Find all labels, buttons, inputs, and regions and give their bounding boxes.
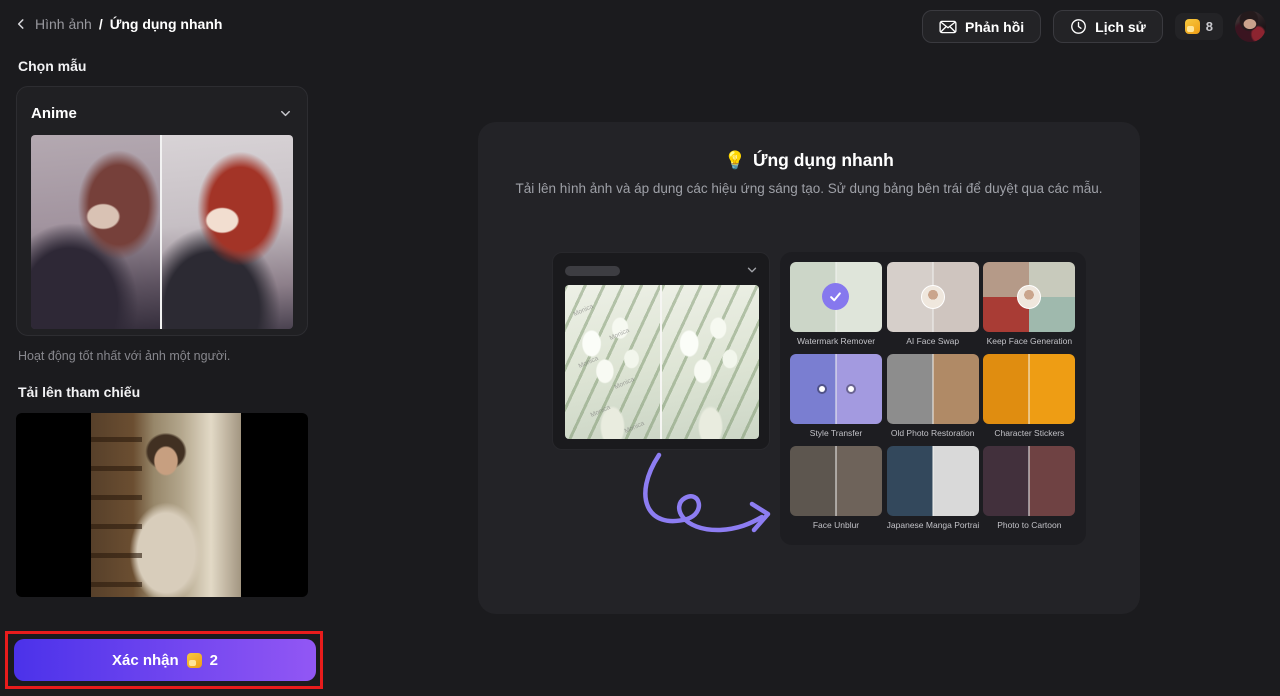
lightbulb-icon: 💡 [724, 150, 746, 171]
effect-label: Old Photo Restoration [887, 428, 979, 438]
effect-item: Watermark Remover [790, 262, 882, 346]
breadcrumb-parent[interactable]: Hình ảnh [35, 16, 92, 32]
template-section-title: Chọn mẫu [18, 58, 86, 74]
demo-before-after-image: MonicaMonicaMonicaMonicaMonicaMonica [565, 285, 759, 439]
breadcrumb-current: Ứng dụng nhanh [110, 16, 223, 32]
history-label: Lịch sử [1095, 19, 1146, 35]
effect-thumbnail [887, 354, 979, 424]
effect-label: Watermark Remover [790, 336, 882, 346]
effect-label: Keep Face Generation [983, 336, 1075, 346]
effect-item: Old Photo Restoration [887, 354, 979, 438]
chevron-down-icon [278, 106, 293, 121]
effect-thumbnail [790, 446, 882, 516]
effect-thumbnail [790, 262, 882, 332]
credits-count: 8 [1206, 19, 1213, 34]
effect-thumbnail [983, 354, 1075, 424]
page-subtitle: Tải lên hình ảnh và áp dụng các hiệu ứng… [478, 181, 1140, 196]
face-circle-icon [921, 285, 945, 309]
confirm-button[interactable]: Xác nhận 2 [14, 639, 316, 681]
effect-item: Style Transfer [790, 354, 882, 438]
transfer-dots-icon [790, 354, 882, 424]
confirm-label: Xác nhận [112, 652, 179, 669]
effect-item: Character Stickers [983, 354, 1075, 438]
clock-icon [1070, 18, 1087, 35]
breadcrumb-separator: / [99, 16, 103, 32]
selected-check-icon [822, 283, 849, 310]
user-avatar[interactable] [1235, 11, 1266, 42]
watermark-text: Monica [608, 327, 630, 342]
watermark-text: Monica [578, 355, 600, 370]
app-root: Hình ảnh / Ứng dụng nhanh Phản hồi Lịch … [0, 0, 1280, 696]
feedback-label: Phản hồi [965, 19, 1024, 35]
credits-badge[interactable]: 8 [1175, 13, 1223, 40]
confirm-cost: 2 [210, 652, 218, 669]
effect-item: Photo to Cartoon [983, 446, 1075, 530]
template-preview-image [31, 135, 293, 329]
skeleton-text [565, 266, 620, 276]
demo-clean-half [662, 285, 759, 439]
effect-item: Japanese Manga Portrait [887, 446, 979, 530]
effect-label: AI Face Swap [887, 336, 979, 346]
effect-thumbnail [983, 446, 1075, 516]
quick-apply-panel: 💡 Ứng dụng nhanh Tải lên hình ảnh và áp … [478, 122, 1140, 614]
demo-watermarked-half: MonicaMonicaMonicaMonicaMonicaMonica [565, 285, 662, 439]
chevron-down-icon [745, 263, 759, 277]
reference-upload[interactable] [16, 413, 308, 597]
reference-section-title: Tải lên tham chiếu [18, 384, 140, 400]
watermark-text: Monica [589, 404, 611, 419]
effect-thumbnail [887, 262, 979, 332]
effect-thumbnail [983, 262, 1075, 332]
watermark-text: Monica [614, 376, 636, 391]
breadcrumb: Hình ảnh / Ứng dụng nhanh [14, 16, 222, 32]
page-title: 💡 Ứng dụng nhanh [478, 150, 1140, 171]
effect-label: Face Unblur [790, 520, 882, 530]
demo-upload-card: MonicaMonicaMonicaMonicaMonicaMonica [552, 252, 770, 450]
page-title-text: Ứng dụng nhanh [753, 150, 894, 171]
reference-image [91, 413, 241, 597]
watermark-text: Monica [572, 302, 594, 317]
template-before-image [31, 135, 162, 329]
template-dropdown-value: Anime [31, 105, 77, 122]
coin-icon [187, 653, 202, 668]
template-dropdown[interactable]: Anime [31, 100, 293, 126]
curved-arrow-icon [602, 448, 792, 553]
effect-item: Keep Face Generation [983, 262, 1075, 346]
watermark-text: Monica [623, 419, 645, 434]
back-button[interactable] [14, 17, 28, 31]
history-button[interactable]: Lịch sử [1053, 10, 1163, 43]
coin-icon [1185, 19, 1200, 34]
effects-grid: Watermark Remover AI Face Swap Keep Face G… [780, 252, 1086, 545]
template-after-image [162, 135, 293, 329]
topbar-actions: Phản hồi Lịch sử 8 [922, 10, 1266, 43]
effect-label: Character Stickers [983, 428, 1075, 438]
effect-thumbnail [790, 354, 882, 424]
effect-item: Face Unblur [790, 446, 882, 530]
chevron-left-icon [14, 17, 28, 31]
effect-thumbnail [887, 446, 979, 516]
effect-label: Style Transfer [790, 428, 882, 438]
template-note: Hoạt động tốt nhất với ảnh một người. [18, 349, 230, 363]
envelope-icon [939, 20, 957, 34]
feedback-button[interactable]: Phản hồi [922, 10, 1041, 43]
effect-label: Photo to Cartoon [983, 520, 1075, 530]
template-card: Anime [16, 86, 308, 336]
effect-label: Japanese Manga Portrait [887, 520, 979, 530]
effect-item: AI Face Swap [887, 262, 979, 346]
